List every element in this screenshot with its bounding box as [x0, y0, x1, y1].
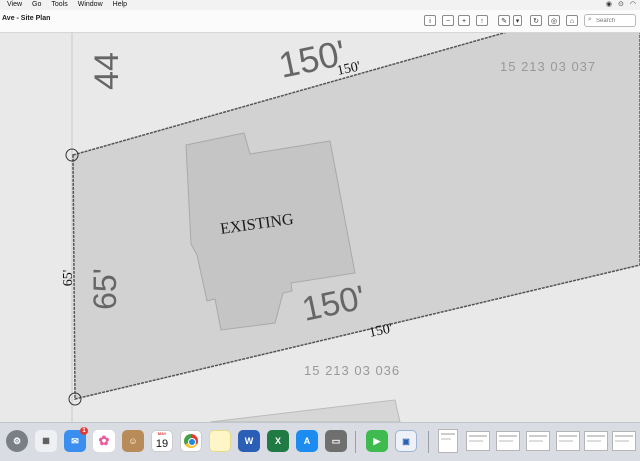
search-icon: ⌕	[588, 16, 592, 23]
minimized-window-thumbnail[interactable]	[556, 431, 580, 451]
app-store-icon[interactable]: A	[296, 430, 318, 452]
status-area: ◉ ⊙ ◠	[606, 0, 636, 10]
notes-icon[interactable]	[209, 430, 231, 452]
mail-icon[interactable]: ✉ 1	[64, 427, 88, 452]
minimized-window-thumbnail[interactable]	[584, 431, 608, 451]
left-dimension-small: 65'	[61, 270, 76, 287]
zoom-in-icon[interactable]: +	[458, 15, 470, 26]
top-parcel-id: 15 213 03 037	[500, 59, 596, 74]
dock-separator	[355, 431, 356, 453]
left-dimension-large: 65'	[87, 268, 123, 310]
calendar-day: 19	[155, 438, 169, 450]
menu-tools[interactable]: Tools	[51, 0, 67, 10]
preview-icon[interactable]: ▣	[395, 430, 417, 452]
facetime-icon[interactable]: ▶	[366, 430, 388, 452]
annotate-icon[interactable]: ⌂	[566, 15, 578, 26]
menu-go[interactable]: Go	[32, 0, 41, 10]
search-input[interactable]	[596, 16, 634, 25]
photos-icon[interactable]: ✿	[93, 430, 115, 452]
document-title: Ave - Site Plan	[2, 15, 51, 22]
minimized-window-thumbnail[interactable]	[612, 431, 636, 451]
wifi-icon[interactable]: ◠	[630, 0, 636, 10]
system-settings-icon[interactable]: ⚙	[6, 430, 28, 452]
site-plan-drawing: 44 150' 150' 15 213 03 037 EXISTING 65' …	[61, 33, 640, 422]
launchpad-icon[interactable]: ▦	[35, 430, 57, 452]
minimized-window-thumbnail[interactable]	[466, 431, 490, 451]
adjacent-structure	[209, 399, 401, 422]
markup-icon[interactable]: ✎	[498, 15, 510, 26]
chrome-center	[188, 438, 196, 446]
minimized-window-thumbnail[interactable]	[526, 431, 550, 451]
dock-separator	[428, 431, 429, 453]
search-field[interactable]: ⌕	[584, 14, 636, 27]
minimized-window-thumbnail[interactable]	[438, 429, 458, 453]
bottom-parcel-id: 15 213 03 036	[304, 363, 400, 378]
mail-badge: 1	[80, 427, 88, 435]
preview-toolbar: Ave - Site Plan i − + ↑ ✎ ▾ ↻ ◎ ⌂ ⌕	[0, 10, 640, 33]
document-view[interactable]: 44 150' 150' 15 213 03 037 EXISTING 65' …	[0, 33, 640, 422]
excel-icon[interactable]: X	[267, 430, 289, 452]
chevron-down-icon[interactable]: ▾	[513, 15, 522, 26]
info-icon[interactable]: i	[424, 15, 436, 26]
menu-view[interactable]: View	[7, 0, 22, 10]
word-icon[interactable]: W	[238, 430, 260, 452]
printer-icon[interactable]: ▭	[325, 430, 347, 452]
calendar-icon[interactable]: MAY 19	[151, 430, 173, 452]
chrome-icon[interactable]	[180, 430, 202, 452]
rotate-icon[interactable]: ↻	[530, 15, 542, 26]
minimized-window-thumbnail[interactable]	[496, 431, 520, 451]
calendar-month: MAY	[157, 431, 167, 436]
zoom-out-icon[interactable]: −	[442, 15, 454, 26]
lot-boundary	[72, 33, 640, 400]
contacts-icon[interactable]: ☺	[122, 430, 144, 452]
menu-window[interactable]: Window	[78, 0, 103, 10]
record-icon[interactable]: ⊙	[618, 0, 624, 10]
menu-help[interactable]: Help	[113, 0, 127, 10]
menu-bar: View Go Tools Window Help ◉ ⊙ ◠	[0, 0, 640, 10]
control-center-icon[interactable]: ◉	[606, 0, 612, 10]
dock: ⚙ ▦ ✉ 1 ✿ ☺ MAY 19 W X A ▭ ▶ ▣	[0, 422, 640, 461]
highlight-icon[interactable]: ◎	[548, 15, 560, 26]
partial-lot-number: 44	[88, 52, 126, 90]
share-icon[interactable]: ↑	[476, 15, 488, 26]
